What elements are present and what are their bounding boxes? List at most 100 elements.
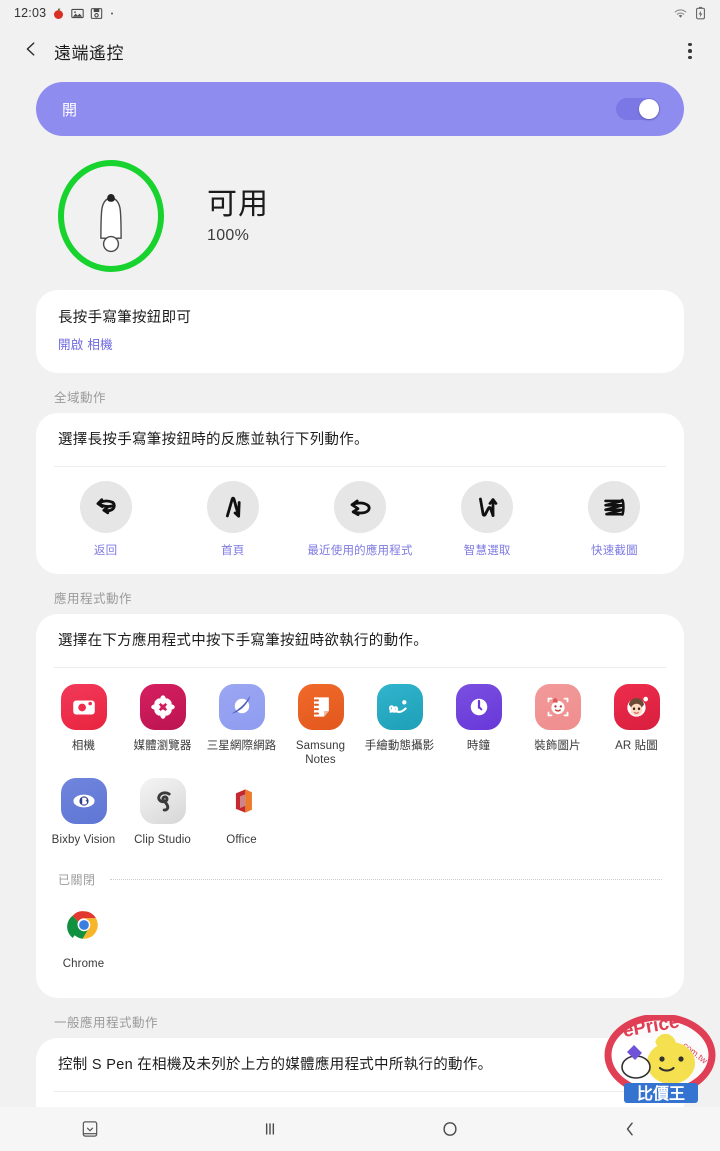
app-item-office[interactable]: Office bbox=[202, 778, 281, 857]
back-icon bbox=[620, 1119, 640, 1139]
app-label: 時鐘 bbox=[467, 739, 490, 753]
pen-status-row: 可用 100% bbox=[0, 136, 720, 290]
section-label-app-actions: 應用程式動作 bbox=[54, 588, 684, 607]
gallery-app-icon bbox=[140, 684, 186, 730]
samsung-notes-app-icon bbox=[298, 684, 344, 730]
app-item-bixby-vision[interactable]: Bixby Vision bbox=[44, 778, 123, 857]
global-action-label: 快速截圖 bbox=[591, 542, 638, 558]
system-navigation-bar bbox=[0, 1107, 720, 1151]
app-item-samsung-internet[interactable]: 三星網際網路 bbox=[202, 684, 281, 778]
gesture-smart-select-icon bbox=[472, 492, 502, 522]
nav-back[interactable] bbox=[540, 1119, 720, 1139]
nav-recents[interactable] bbox=[180, 1119, 360, 1139]
turned-off-apps-grid: Chrome bbox=[36, 888, 684, 997]
nav-home[interactable] bbox=[360, 1119, 540, 1139]
ar-emoji-app-icon bbox=[614, 684, 660, 730]
gesture-recents-icon bbox=[345, 492, 375, 522]
global-action-label: 智慧選取 bbox=[464, 542, 511, 558]
dotted-divider bbox=[110, 879, 662, 880]
global-action-label: 最近使用的應用程式 bbox=[307, 542, 412, 558]
gesture-screenshot-icon bbox=[599, 492, 629, 522]
status-bar: 12:03 bbox=[0, 0, 720, 26]
section-label-global-actions: 全域動作 bbox=[54, 387, 684, 406]
global-action-label: 首頁 bbox=[221, 542, 244, 558]
app-label: 裝飾圖片 bbox=[534, 739, 580, 753]
bixby-vision-app-icon bbox=[61, 778, 107, 824]
global-action-smart-select[interactable]: 智慧選取 bbox=[424, 481, 551, 558]
decor-pic-app-icon bbox=[535, 684, 581, 730]
more-dot-icon bbox=[109, 7, 115, 20]
general-actions-group-title: 相機 bbox=[36, 1092, 684, 1107]
nav-keyboard[interactable] bbox=[0, 1119, 180, 1139]
app-item-decor-pic[interactable]: 裝飾圖片 bbox=[518, 684, 597, 778]
samsung-internet-app-icon bbox=[219, 684, 265, 730]
app-label: Clip Studio bbox=[134, 833, 191, 847]
app-actions-card: 選擇在下方應用程式中按下手寫筆按鈕時欲執行的動作。 相機 bbox=[36, 614, 684, 998]
s-pen-icon bbox=[55, 160, 167, 272]
status-bar-right bbox=[673, 6, 706, 20]
app-label: Samsung Notes bbox=[285, 739, 357, 768]
pen-status-text: 可用 100% bbox=[207, 188, 269, 245]
ar-doodle-app-icon bbox=[377, 684, 423, 730]
app-item-ar-doodle[interactable]: 手繪動態攝影 bbox=[360, 684, 439, 778]
app-item-clip-studio[interactable]: Clip Studio bbox=[123, 778, 202, 857]
battery-icon bbox=[695, 6, 706, 20]
app-item-chrome[interactable]: Chrome bbox=[44, 902, 123, 981]
pen-battery-ring bbox=[55, 160, 167, 272]
app-actions-grid: 相機 bbox=[36, 668, 684, 861]
pen-battery-percent: 100% bbox=[207, 227, 269, 245]
page-title: 遠端遙控 bbox=[54, 39, 124, 64]
gesture-back-icon bbox=[91, 492, 121, 522]
app-label: 三星網際網路 bbox=[207, 739, 277, 753]
remote-control-master-toggle[interactable]: 開 bbox=[36, 82, 684, 136]
global-action-recents[interactable]: 最近使用的應用程式 bbox=[296, 481, 423, 558]
wifi-icon bbox=[673, 7, 688, 20]
overflow-menu-icon bbox=[688, 43, 692, 47]
settings-scroll-area[interactable]: 開 可用 100% 長按手寫筆按鈕即可 開啟 相機 bbox=[0, 76, 720, 1107]
general-actions-description: 控制 S Pen 在相機及未列於上方的媒體應用程式中所執行的動作。 bbox=[58, 1055, 662, 1076]
app-item-gallery[interactable]: 媒體瀏覽器 bbox=[123, 684, 202, 778]
app-item-clock[interactable]: 時鐘 bbox=[439, 684, 518, 778]
turned-off-label: 已關閉 bbox=[58, 871, 96, 888]
overflow-menu-icon bbox=[688, 49, 692, 53]
pen-status-title: 可用 bbox=[207, 188, 269, 221]
master-toggle-label: 開 bbox=[62, 99, 78, 120]
app-label: 相機 bbox=[72, 739, 95, 753]
clock-app-icon bbox=[456, 684, 502, 730]
global-action-screenshot[interactable]: 快速截圖 bbox=[551, 481, 678, 558]
save-icon bbox=[90, 7, 103, 20]
section-label-general-actions: 一般應用程式動作 bbox=[54, 1012, 684, 1031]
app-label: Office bbox=[226, 833, 256, 847]
app-label: 媒體瀏覽器 bbox=[134, 739, 192, 753]
chevron-left-icon bbox=[22, 40, 40, 63]
global-actions-card: 選擇長按手寫筆按鈕時的反應並執行下列動作。 返回 bbox=[36, 413, 684, 574]
app-item-camera[interactable]: 相機 bbox=[44, 684, 123, 778]
status-bar-left: 12:03 bbox=[14, 6, 115, 20]
global-action-back[interactable]: 返回 bbox=[42, 481, 169, 558]
toggle-knob bbox=[639, 99, 659, 119]
app-item-samsung-notes[interactable]: Samsung Notes bbox=[281, 684, 360, 778]
office-app-icon bbox=[219, 778, 265, 824]
recents-icon bbox=[259, 1119, 281, 1139]
app-label: AR 貼圖 bbox=[615, 739, 658, 753]
app-actions-description: 選擇在下方應用程式中按下手寫筆按鈕時欲執行的動作。 bbox=[58, 631, 662, 652]
overflow-menu-button[interactable] bbox=[676, 37, 704, 65]
hint-title: 長按手寫筆按鈕即可 bbox=[58, 308, 662, 329]
master-toggle-switch[interactable] bbox=[616, 98, 660, 120]
app-bar: 遠端遙控 bbox=[0, 26, 720, 76]
global-action-label: 返回 bbox=[94, 542, 117, 558]
chrome-app-icon bbox=[61, 902, 107, 948]
app-label: Bixby Vision bbox=[52, 833, 116, 847]
app-item-ar-emoji[interactable]: AR 貼圖 bbox=[597, 684, 676, 778]
gesture-home-icon bbox=[218, 492, 248, 522]
long-press-hint-card[interactable]: 長按手寫筆按鈕即可 開啟 相機 bbox=[36, 290, 684, 373]
global-actions-description: 選擇長按手寫筆按鈕時的反應並執行下列動作。 bbox=[58, 430, 662, 451]
app-label: Chrome bbox=[63, 957, 105, 971]
general-actions-card: 控制 S Pen 在相機及未列於上方的媒體應用程式中所執行的動作。 相機 按一次… bbox=[36, 1038, 684, 1107]
keyboard-hide-icon bbox=[80, 1119, 100, 1139]
clip-studio-app-icon bbox=[140, 778, 186, 824]
global-action-home[interactable]: 首頁 bbox=[169, 481, 296, 558]
app-screen: 12:03 bbox=[0, 0, 720, 1151]
hint-subtitle: 開啟 相機 bbox=[58, 334, 662, 353]
back-button[interactable] bbox=[16, 36, 46, 66]
